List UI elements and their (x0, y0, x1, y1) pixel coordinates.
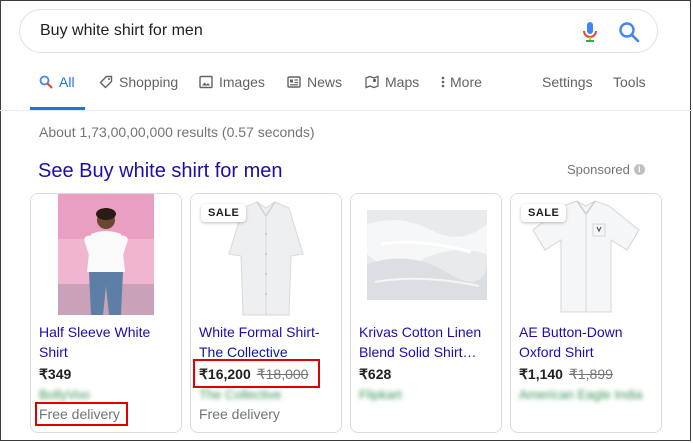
tag-icon (99, 75, 113, 89)
tab-images-label: Images (219, 74, 265, 90)
price-highlight-box (193, 359, 320, 388)
product-card[interactable]: Half Sleeve White Shirt ₹349 BollyVoo Fr… (30, 193, 182, 433)
tab-shopping-label: Shopping (119, 74, 179, 90)
delivery-highlight-box (35, 402, 128, 426)
tab-all[interactable]: All (39, 74, 75, 110)
merchant-name: BollyVoo (39, 387, 90, 402)
product-card[interactable]: SALE White Formal Shirt- The Collective … (190, 193, 342, 433)
tab-shopping[interactable]: Shopping (99, 74, 178, 110)
merchant-name: American Eagle India (519, 387, 643, 402)
tab-maps[interactable]: Maps (365, 74, 419, 110)
merchant-name: Flipkart (359, 387, 402, 402)
sponsored-text: Sponsored (567, 162, 630, 177)
current-price: ₹1,140 (519, 366, 563, 382)
result-stats: About 1,73,00,00,000 results (0.57 secon… (39, 124, 315, 140)
tools-label: Tools (613, 74, 646, 90)
news-icon (287, 76, 301, 88)
sponsored-label: Sponsored i (567, 162, 645, 177)
product-title[interactable]: White Formal Shirt- The Collective (199, 322, 335, 362)
tabs-divider (0, 110, 693, 111)
product-image[interactable] (351, 194, 501, 316)
search-input[interactable]: Buy white shirt for men (40, 22, 203, 40)
product-price: ₹1,140 ₹1,899 (519, 366, 613, 383)
image-icon (199, 75, 213, 89)
original-price: ₹1,899 (568, 366, 613, 382)
sale-badge: SALE (521, 204, 567, 222)
microphone-icon[interactable] (580, 21, 600, 43)
product-image[interactable] (31, 194, 181, 316)
shopping-ads-title[interactable]: See Buy white shirt for men (38, 160, 283, 183)
tab-images[interactable]: Images (199, 74, 265, 110)
search-icon (39, 75, 53, 89)
search-bar[interactable]: Buy white shirt for men (19, 9, 658, 53)
merchant-name: The Collective (199, 387, 282, 402)
product-title[interactable]: AE Button-Down Oxford Shirt (519, 322, 655, 362)
more-vert-icon (441, 76, 445, 88)
tab-all-label: All (59, 74, 75, 90)
search-icon[interactable] (618, 21, 640, 43)
tab-more[interactable]: More (440, 74, 482, 110)
info-icon[interactable]: i (633, 164, 645, 175)
product-price: ₹628 (359, 366, 391, 383)
product-card[interactable]: SALE AE Button-Down Oxford Shirt ₹1,140 ₹… (510, 193, 662, 433)
sale-badge: SALE (201, 204, 247, 222)
product-card[interactable]: Krivas Cotton Linen Blend Solid Shirt… ₹… (350, 193, 502, 433)
settings-link[interactable]: Settings (542, 74, 593, 110)
product-price: ₹349 (39, 366, 71, 383)
current-price: ₹628 (359, 366, 392, 382)
tools-link[interactable]: Tools (613, 74, 646, 110)
settings-label: Settings (542, 74, 593, 90)
product-title[interactable]: Krivas Cotton Linen Blend Solid Shirt… (359, 322, 495, 362)
tab-news-label: News (307, 74, 343, 90)
map-icon (365, 75, 379, 89)
product-title[interactable]: Half Sleeve White Shirt (39, 322, 175, 362)
tab-maps-label: Maps (385, 74, 420, 90)
current-price: ₹349 (39, 366, 72, 382)
search-tabs: All Shopping Images News Maps More Setti… (0, 74, 693, 110)
tab-more-label: More (450, 74, 482, 90)
tab-news[interactable]: News (287, 74, 342, 110)
delivery-info: Free delivery (199, 406, 280, 422)
